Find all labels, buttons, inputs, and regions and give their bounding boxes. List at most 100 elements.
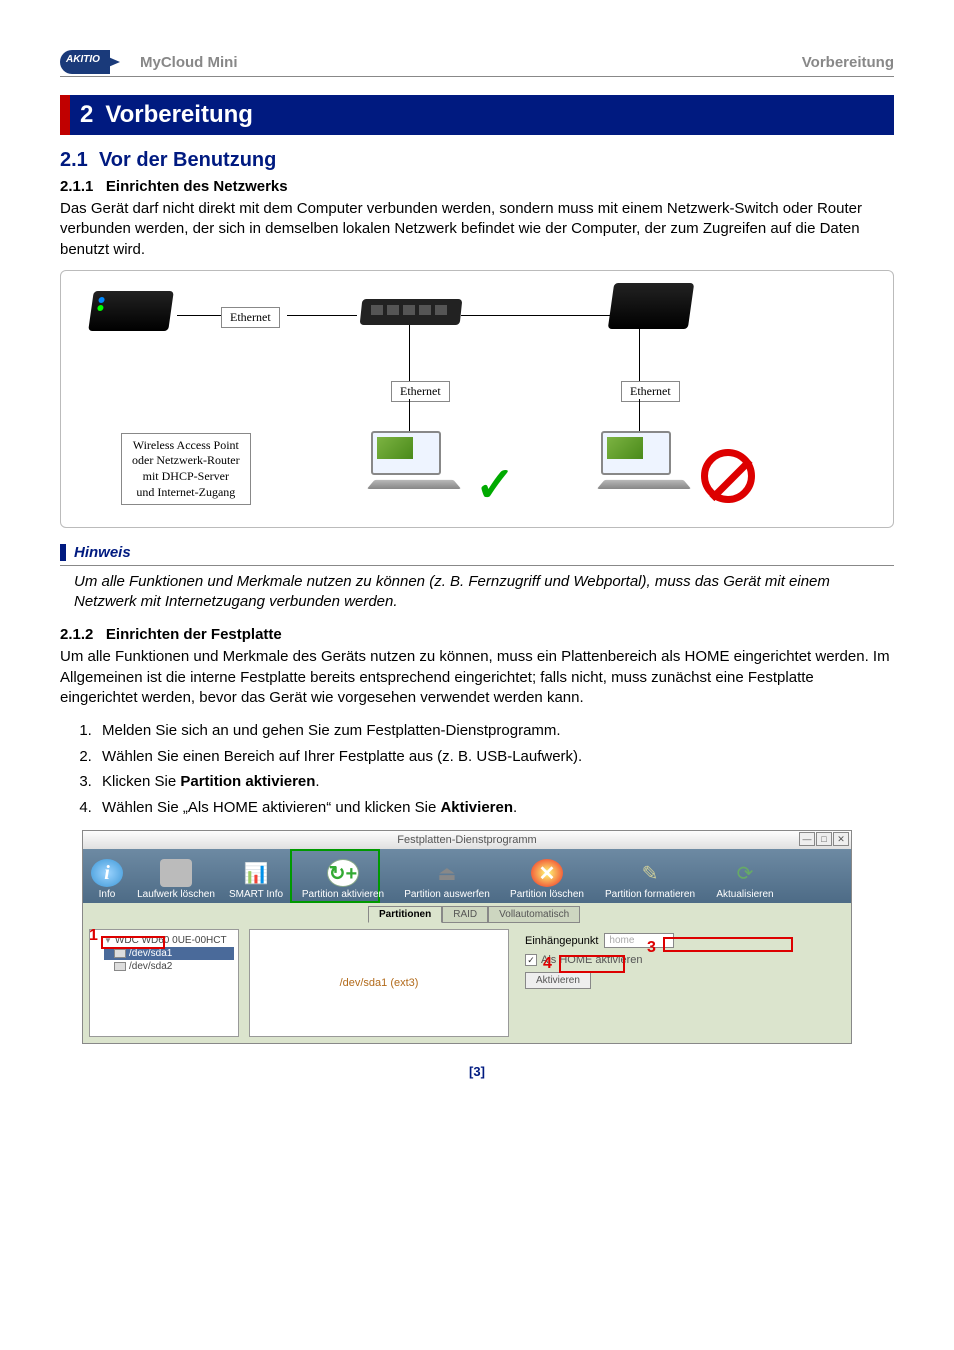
hint-title: Hinweis <box>60 544 894 561</box>
chapter-number: 2 <box>80 101 93 128</box>
hint-text: Um alle Funktionen und Merkmale nutzen z… <box>60 572 894 613</box>
paragraph-network-intro: Das Gerät darf nicht direkt mit dem Comp… <box>60 199 894 260</box>
toolbar-label: Partition löschen <box>499 889 595 900</box>
tabs-row: Partitionen RAID Vollautomatisch <box>83 903 851 923</box>
checkmark-icon: ✓ <box>475 457 515 513</box>
toolbar-label: SMART Info <box>221 889 291 900</box>
window-controls: — □ ✕ <box>799 832 849 846</box>
window-title: Festplatten-Dienstprogramm <box>397 834 536 846</box>
router-label-line: und Internet-Zugang <box>132 485 240 501</box>
toolbar-label: Info <box>83 889 131 900</box>
router-label-line: Wireless Access Point <box>132 438 240 454</box>
router-label-line: oder Netzwerk-Router <box>132 453 240 469</box>
tab-partitions[interactable]: Partitionen <box>368 906 442 923</box>
connector-line <box>409 325 410 381</box>
toolbar-label: Aktualisieren <box>705 889 785 900</box>
page-header: AKITIO MyCloud Mini Vorbereitung <box>60 50 894 77</box>
tab-auto[interactable]: Vollautomatisch <box>488 906 580 923</box>
connector-line <box>461 315 611 316</box>
chapter-title: Vorbereitung <box>105 101 253 128</box>
toolbar-label: Laufwerk löschen <box>131 889 221 900</box>
brand-logo: AKITIO <box>60 50 130 74</box>
toolbar-partition-activate-button[interactable]: ↻+Partition aktivieren <box>291 859 395 903</box>
section-number: 2.1 <box>60 149 88 171</box>
activate-button[interactable]: Aktivieren <box>525 972 591 989</box>
section-title: Vor der Benutzung <box>99 149 276 171</box>
toolbar-refresh-button[interactable]: ⟳Aktualisieren <box>705 859 785 903</box>
smart-icon: 📊 <box>240 859 272 887</box>
hint-block: Hinweis Um alle Funktionen und Merkmale … <box>60 544 894 613</box>
partition-map[interactable]: /dev/sda1 (ext3) <box>249 929 509 1037</box>
step-text: . <box>513 799 517 816</box>
toolbar-smart-button[interactable]: 📊 SMART Info <box>221 859 291 903</box>
toolbar-partition-format-button[interactable]: ✎ Partition formatieren <box>595 859 705 903</box>
subsection-title: Einrichten der Festplatte <box>106 626 282 643</box>
close-icon[interactable]: ✕ <box>833 832 849 846</box>
toolbar-label: Partition auswerfen <box>395 889 499 900</box>
divider <box>60 565 894 566</box>
step-item: Wählen Sie einen Bereich auf Ihrer Festp… <box>96 744 894 770</box>
header-product-name: MyCloud Mini <box>140 54 238 71</box>
mountpoint-label: Einhängepunkt <box>525 935 598 947</box>
step-text: Melden Sie sich an und gehen Sie zum Fes… <box>102 722 561 739</box>
forbidden-icon <box>701 449 755 503</box>
connector-line <box>639 327 640 381</box>
subsection-heading-2-1-2: 2.1.2 Einrichten der Festplatte <box>60 626 894 643</box>
tree-label: /dev/sda1 <box>129 948 172 959</box>
minimize-icon[interactable]: — <box>799 832 815 846</box>
page-number: [3] <box>60 1064 894 1079</box>
ethernet-label: Ethernet <box>621 381 680 402</box>
toolbar-delete-drive-button[interactable]: Laufwerk löschen <box>131 859 221 903</box>
ethernet-label: Ethernet <box>391 381 450 402</box>
callout-1: 1 <box>89 927 98 945</box>
section-heading-2-1: 2.1 Vor der Benutzung <box>60 149 894 172</box>
subsection-title: Einrichten des Netzwerks <box>106 178 288 195</box>
tab-raid[interactable]: RAID <box>442 906 488 923</box>
chapter-heading: 2 Vorbereitung <box>60 95 894 135</box>
brand-logo-text: AKITIO <box>66 54 100 65</box>
toolbar: i Info Laufwerk löschen 📊 SMART Info ↻+Par… <box>83 849 851 903</box>
toolbar-label: Partition formatieren <box>595 889 705 900</box>
toolbar-partition-eject-button[interactable]: ⏏ Partition auswerfen <box>395 859 499 903</box>
switch-device-icon <box>361 299 451 349</box>
step-item: Melden Sie sich an und gehen Sie zum Fes… <box>96 718 894 744</box>
step-item: Klicken Sie Partition aktivieren. <box>96 769 894 795</box>
steps-list: Melden Sie sich an und gehen Sie zum Fes… <box>96 718 894 820</box>
step-text: Wählen Sie einen Bereich auf Ihrer Festp… <box>102 748 582 765</box>
highlight-red <box>663 937 793 952</box>
step-text: Klicken Sie <box>102 773 180 790</box>
subsection-number: 2.1.2 <box>60 626 93 643</box>
callout-3: 3 <box>647 939 656 957</box>
drive-icon <box>114 949 126 958</box>
screenshot-disk-utility: 2 Festplatten-Dienstprogramm — □ ✕ iInfo… <box>82 830 852 1044</box>
info-icon: i <box>91 859 123 887</box>
tree-label: /dev/sda2 <box>129 961 172 972</box>
toolbar-partition-delete-button[interactable]: ✕Partition löschen <box>499 859 595 903</box>
maximize-icon[interactable]: □ <box>816 832 832 846</box>
highlight-red <box>559 955 625 973</box>
step-text: . <box>315 773 319 790</box>
laptop-icon <box>601 431 691 491</box>
eject-icon: ⏏ <box>431 859 463 887</box>
connector-line <box>639 399 640 433</box>
router-label-line: mit DHCP-Server <box>132 469 240 485</box>
step-bold: Partition aktivieren <box>180 773 315 790</box>
eraser-icon <box>160 859 192 887</box>
window-titlebar: Festplatten-Dienstprogramm — □ ✕ <box>83 831 851 849</box>
toolbar-label: Partition aktivieren <box>291 889 395 900</box>
connector-line <box>409 399 410 433</box>
laptop-icon <box>371 431 461 491</box>
nas-device-icon <box>91 291 181 341</box>
connector-line <box>287 315 357 316</box>
step-bold: Aktivieren <box>440 799 513 816</box>
tree-partition[interactable]: /dev/sda2 <box>104 960 234 973</box>
activate-row: Aktivieren <box>525 972 839 989</box>
format-icon: ✎ <box>634 859 666 887</box>
toolbar-info-button[interactable]: i Info <box>83 859 131 903</box>
drive-icon <box>114 962 126 971</box>
header-left: AKITIO MyCloud Mini <box>60 50 238 74</box>
router-label-box: Wireless Access Point oder Netzwerk-Rout… <box>121 433 251 505</box>
checkbox-icon: ✓ <box>525 954 537 966</box>
nas-device-icon-right <box>611 283 701 333</box>
callout-4: 4 <box>543 955 552 973</box>
